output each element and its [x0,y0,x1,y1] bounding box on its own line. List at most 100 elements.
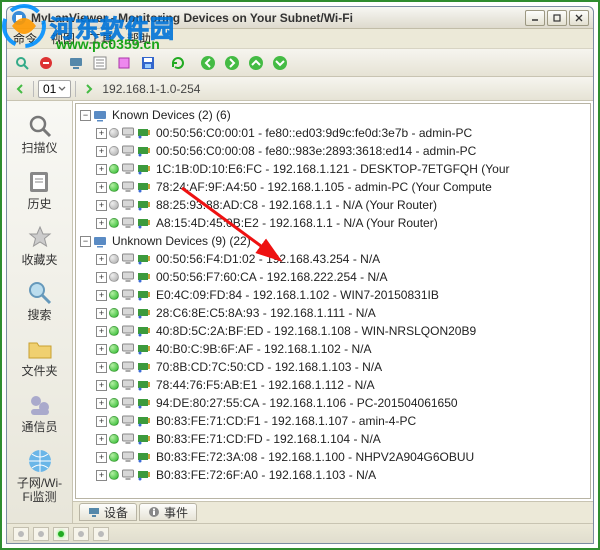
tree-collapse-icon[interactable]: − [80,236,91,247]
device-entry-text: 00:50:56:F4:D1:02 - 192.168.43.254 - N/A [153,252,380,266]
status-dot-icon [109,200,119,210]
history-icon [26,168,54,196]
status-dot-icon [109,416,119,426]
sidebar-item-favorites[interactable]: 收藏夹 [12,219,68,275]
sidebar-item-folders[interactable]: 文件夹 [12,330,68,386]
tree-collapse-icon[interactable]: − [80,110,91,121]
device-entry-text: 78:24:AF:9F:A4:50 - 192.168.1.105 - admi… [153,180,492,194]
device-entry-text: 00:50:56:C0:00:01 - fe80::ed03:9d9c:fe0d… [153,126,472,140]
toolbar-list-icon[interactable] [89,52,111,74]
sidebar-item-label: 通信员 [21,421,57,435]
sidebar-item-messenger[interactable]: 通信员 [12,386,68,442]
menu-cmd[interactable]: 命令 [13,30,37,47]
status-indicator [53,527,69,541]
device-row[interactable]: +28:C6:8E:C5:8A:93 - 192.168.1.111 - N/A [76,304,590,322]
close-button[interactable] [569,10,589,26]
tree-expand-icon[interactable]: + [96,254,107,265]
bottom-tabs: 设备 事件 [73,501,593,523]
tree-expand-icon[interactable]: + [96,470,107,481]
window-title: MyLanViewer - Monitoring Devices on Your… [31,11,523,25]
sidebar-item-subnet-wifi[interactable]: 子网/Wi-Fi监测 [12,442,68,512]
tab-label: 设备 [104,504,128,521]
status-dot-icon [109,290,119,300]
tree-expand-icon[interactable]: + [96,344,107,355]
menu-help[interactable]: 帮助 [127,30,151,47]
tree-expand-icon[interactable]: + [96,200,107,211]
device-row[interactable]: +B0:83:FE:71:CD:F1 - 192.168.1.107 - ami… [76,412,590,430]
tree-expand-icon[interactable]: + [96,128,107,139]
tree-expand-icon[interactable]: + [96,362,107,373]
device-row[interactable]: +94:DE:80:27:55:CA - 192.168.1.106 - PC-… [76,394,590,412]
tab-devices[interactable]: 设备 [79,503,137,521]
sidebar-item-history[interactable]: 历史 [12,163,68,219]
device-row[interactable]: +40:B0:C:9B:6F:AF - 192.168.1.102 - N/A [76,340,590,358]
device-row[interactable]: +70:8B:CD:7C:50:CD - 192.168.1.103 - N/A [76,358,590,376]
sidebar-item-scanner[interactable]: 扫描仪 [12,107,68,163]
minimize-button[interactable] [525,10,545,26]
toolbar-refresh-icon[interactable] [167,52,189,74]
status-dot-icon [109,146,119,156]
toolbar-export-icon[interactable] [113,52,135,74]
device-tree[interactable]: −Known Devices (2) (6)+00:50:56:C0:00:01… [75,103,591,499]
tree-expand-icon[interactable]: + [96,326,107,337]
tree-expand-icon[interactable]: + [96,434,107,445]
tree-group[interactable]: −Unknown Devices (9) (22) [76,232,590,250]
device-row[interactable]: +78:24:AF:9F:A4:50 - 192.168.1.105 - adm… [76,178,590,196]
status-dot-icon [109,218,119,228]
toolbar-stop-icon[interactable] [35,52,57,74]
tree-expand-icon[interactable]: + [96,182,107,193]
device-entry-text: B0:83:FE:71:CD:FD - 192.168.1.104 - N/A [153,432,381,446]
addr-next-icon[interactable] [80,80,98,98]
tree-expand-icon[interactable]: + [96,164,107,175]
tree-expand-icon[interactable]: + [96,146,107,157]
device-entry-text: 94:DE:80:27:55:CA - 192.168.1.106 - PC-2… [153,396,458,410]
device-row[interactable]: +00:50:56:F7:60:CA - 192.168.222.254 - N… [76,268,590,286]
device-row[interactable]: +40:8D:5C:2A:BF:ED - 192.168.1.108 - WIN… [76,322,590,340]
device-row[interactable]: +78:44:76:F5:AB:E1 - 192.168.1.112 - N/A [76,376,590,394]
sidebar-item-label: 文件夹 [21,365,57,379]
folder-icon [26,335,54,363]
device-row[interactable]: +88:25:93:88:AD:C8 - 192.168.1.1 - N/A (… [76,196,590,214]
addr-prev-icon[interactable] [11,80,29,98]
tree-group[interactable]: −Known Devices (2) (6) [76,106,590,124]
tree-expand-icon[interactable]: + [96,308,107,319]
toolbar-down-icon[interactable] [269,52,291,74]
main-panel: −Known Devices (2) (6)+00:50:56:C0:00:01… [73,101,593,523]
addr-index: 01 [43,82,56,96]
tree-expand-icon[interactable]: + [96,398,107,409]
tree-expand-icon[interactable]: + [96,218,107,229]
toolbar-forward-icon[interactable] [221,52,243,74]
sidebar-item-label: 子网/Wi-Fi监测 [13,477,67,505]
device-row[interactable]: +B0:83:FE:72:3A:08 - 192.168.1.100 - NHP… [76,448,590,466]
tab-events[interactable]: 事件 [139,503,197,521]
device-row[interactable]: +00:50:56:F4:D1:02 - 192.168.43.254 - N/… [76,250,590,268]
tree-expand-icon[interactable]: + [96,416,107,427]
maximize-button[interactable] [547,10,567,26]
status-dot-icon [109,326,119,336]
toolbar-up-icon[interactable] [245,52,267,74]
tree-expand-icon[interactable]: + [96,452,107,463]
tree-expand-icon[interactable]: + [96,272,107,283]
app-window: MyLanViewer - Monitoring Devices on Your… [6,6,594,544]
tree-expand-icon[interactable]: + [96,380,107,391]
device-row[interactable]: +00:50:56:C0:00:08 - fe80::983e:2893:361… [76,142,590,160]
addr-index-chip[interactable]: 01 [38,80,71,98]
sidebar-item-search[interactable]: 搜索 [12,274,68,330]
device-row[interactable]: +E0:4C:09:FD:84 - 192.168.1.102 - WIN7-2… [76,286,590,304]
menubar: 命令 视图 工具 帮助 [7,29,593,49]
status-dot-icon [109,164,119,174]
status-dot-icon [109,470,119,480]
device-row[interactable]: +A8:15:4D:45:0B:E2 - 192.168.1.1 - N/A (… [76,214,590,232]
menu-view[interactable]: 视图 [51,30,75,47]
toolbar-devices-icon[interactable] [65,52,87,74]
toolbar-back-icon[interactable] [197,52,219,74]
toolbar-scan-icon[interactable] [11,52,33,74]
menu-tools[interactable]: 工具 [89,30,113,47]
toolbar-save-icon[interactable] [137,52,159,74]
device-row[interactable]: + B0:83:FE:71:CD:FD - 192.168.1.104 - N/A [76,430,590,448]
device-row[interactable]: +B0:83:FE:72:6F:A0 - 192.168.1.103 - N/A [76,466,590,484]
device-row[interactable]: +1C:1B:0D:10:E6:FC - 192.168.1.121 - DES… [76,160,590,178]
status-indicator [93,527,109,541]
device-row[interactable]: +00:50:56:C0:00:01 - fe80::ed03:9d9c:fe0… [76,124,590,142]
tree-expand-icon[interactable]: + [96,290,107,301]
